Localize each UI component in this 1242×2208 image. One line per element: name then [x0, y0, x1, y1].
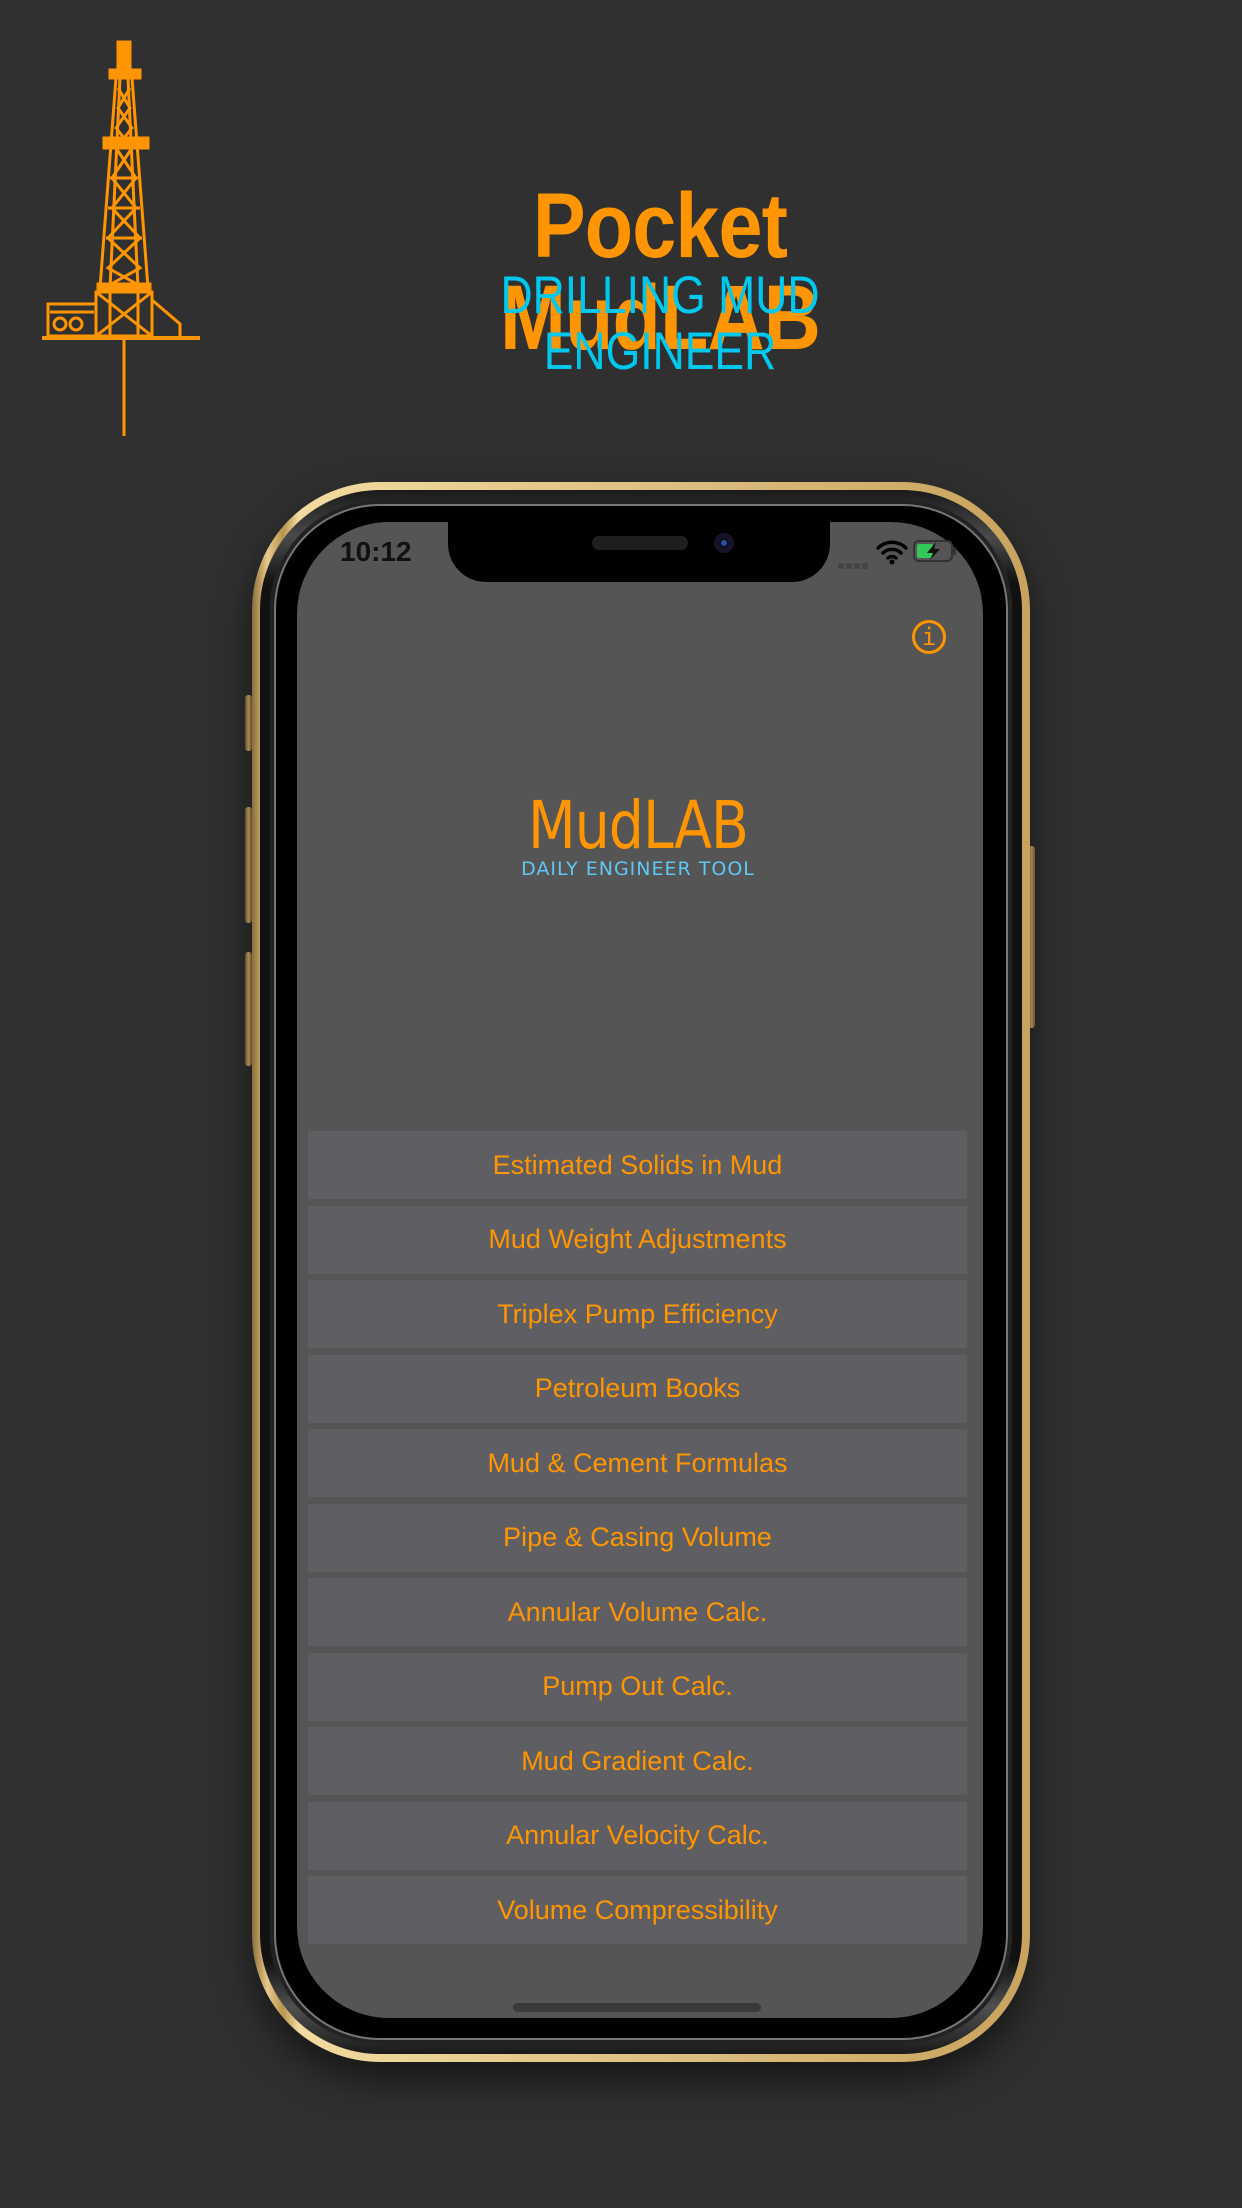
- main-menu: Estimated Solids in Mud Mud Weight Adjus…: [308, 1131, 967, 1951]
- menu-volume-compressibility-button[interactable]: Volume Compressibility: [308, 1876, 967, 1944]
- app-subtitle: DAILY ENGINEER TOOL: [521, 858, 755, 880]
- info-icon: i: [921, 623, 937, 651]
- phone-volume-down: [245, 952, 252, 1066]
- drilling-rig-icon: [42, 40, 200, 436]
- front-camera: [714, 533, 734, 553]
- menu-annular-volume-button[interactable]: Annular Volume Calc.: [308, 1578, 967, 1646]
- status-time: 10:12: [340, 536, 412, 567]
- phone-notch: [448, 522, 830, 582]
- app-title: MudLAB: [528, 787, 749, 864]
- promo-subtitle: DRILLING MUD ENGINEER: [500, 266, 820, 381]
- menu-mud-cement-formulas-button[interactable]: Mud & Cement Formulas: [308, 1429, 967, 1497]
- menu-annular-velocity-button[interactable]: Annular Velocity Calc.: [308, 1801, 967, 1870]
- wifi-icon: [876, 540, 908, 565]
- info-button[interactable]: i: [912, 620, 946, 654]
- battery-charging-icon: [913, 540, 956, 562]
- menu-triplex-pump-button[interactable]: Triplex Pump Efficiency: [308, 1280, 967, 1348]
- phone-silent-switch: [245, 695, 252, 751]
- menu-pump-out-button[interactable]: Pump Out Calc.: [308, 1652, 967, 1721]
- speaker-grille: [592, 536, 688, 550]
- menu-pipe-casing-volume-button[interactable]: Pipe & Casing Volume: [308, 1503, 967, 1572]
- menu-mud-gradient-button[interactable]: Mud Gradient Calc.: [308, 1727, 967, 1795]
- menu-petroleum-books-button[interactable]: Petroleum Books: [308, 1354, 967, 1423]
- cellular-signal-icon: [838, 556, 870, 574]
- phone-volume-up: [245, 807, 252, 923]
- home-indicator[interactable]: [513, 2003, 761, 2012]
- menu-mud-weight-button[interactable]: Mud Weight Adjustments: [308, 1205, 967, 1274]
- menu-estimated-solids-button[interactable]: Estimated Solids in Mud: [308, 1131, 967, 1199]
